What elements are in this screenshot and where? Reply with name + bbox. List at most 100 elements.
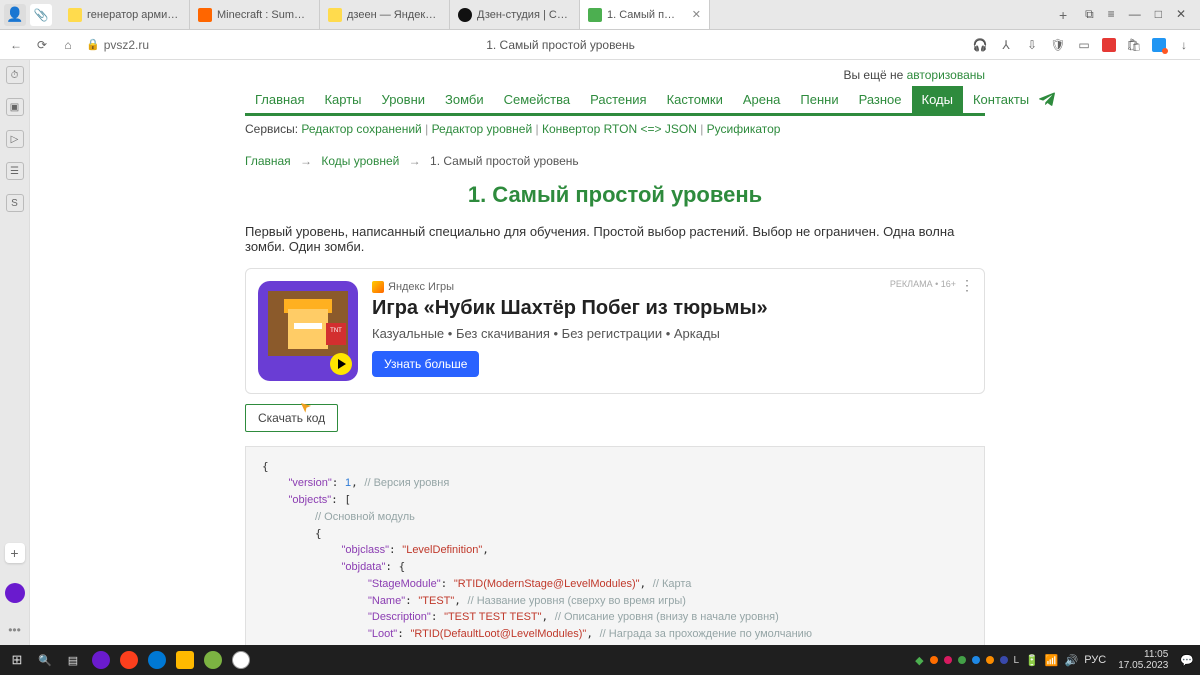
taskbar-clock[interactable]: 11:0517.05.2023 bbox=[1112, 649, 1174, 671]
ad-cta-button[interactable]: Узнать больше bbox=[372, 351, 479, 377]
nav-item[interactable]: Семейства bbox=[494, 86, 581, 113]
profile-avatar[interactable]: 👤 bbox=[4, 4, 26, 26]
taskbar-app[interactable] bbox=[90, 649, 112, 671]
service-link[interactable]: Конвертор RTON <=> JSON bbox=[542, 122, 697, 136]
nav-item[interactable]: Арена bbox=[733, 86, 791, 113]
tray-chevron-icon[interactable]: ◆ bbox=[915, 654, 923, 667]
taskbar-app[interactable] bbox=[146, 649, 168, 671]
sidebar-item[interactable]: ▷ bbox=[6, 130, 24, 148]
sidebar-more-icon[interactable]: ••• bbox=[8, 623, 21, 637]
close-tab-icon[interactable]: ✕ bbox=[692, 8, 701, 21]
nav-item[interactable]: Пенни bbox=[790, 86, 848, 113]
bookmark-icon[interactable]: ▭ bbox=[1076, 38, 1092, 52]
taskbar-app[interactable] bbox=[230, 649, 252, 671]
nav-item[interactable]: Уровни bbox=[372, 86, 435, 113]
reload-button[interactable]: ⟳ bbox=[34, 38, 50, 52]
browser-tab[interactable]: дзеен — Яндекс: нашлось bbox=[320, 0, 450, 29]
nav-item[interactable]: Растения bbox=[580, 86, 657, 113]
home-button[interactable]: ⌂ bbox=[60, 38, 76, 52]
lang-indicator[interactable]: РУС bbox=[1084, 654, 1106, 666]
page-title: 1. Самый простой уровень bbox=[245, 182, 985, 208]
tray-icon[interactable] bbox=[1000, 656, 1008, 664]
downloads-arrow-icon[interactable]: ↓ bbox=[1176, 38, 1192, 52]
tray-icon[interactable] bbox=[986, 656, 994, 664]
notifications-icon[interactable]: 💬 bbox=[1180, 654, 1194, 667]
task-view-button[interactable]: ▤ bbox=[62, 649, 84, 671]
window-controls: ⧉ ≡ — □ ✕ bbox=[1075, 7, 1196, 22]
cart-icon[interactable]: 🛍 bbox=[1126, 38, 1142, 52]
browser-tab[interactable]: генератор армий мобов в bbox=[60, 0, 190, 29]
breadcrumb-current: 1. Самый простой уровень bbox=[430, 154, 579, 168]
headphones-icon[interactable]: 🎧 bbox=[972, 38, 988, 52]
download-code-button[interactable]: Скачать код bbox=[245, 404, 338, 432]
nav-item[interactable]: Коды bbox=[912, 86, 963, 113]
breadcrumb-mid[interactable]: Коды уровней bbox=[321, 154, 399, 168]
tab-label: Minecraft : Summon Mob bbox=[217, 9, 311, 21]
browser-tab[interactable]: Дзен-студия | Создание с bbox=[450, 0, 580, 29]
window-maximize-icon[interactable]: □ bbox=[1155, 7, 1162, 22]
browser-tab[interactable]: 1. Самый простой уров✕ bbox=[580, 0, 710, 29]
play-icon bbox=[330, 353, 352, 375]
favicon bbox=[588, 8, 602, 22]
tray-icon[interactable] bbox=[930, 656, 938, 664]
nav-item[interactable]: Кастомки bbox=[657, 86, 733, 113]
window-minimize-icon[interactable]: — bbox=[1129, 7, 1141, 22]
services-label: Сервисы: bbox=[245, 122, 298, 136]
window-copy-icon[interactable]: ⧉ bbox=[1085, 7, 1094, 22]
ad-title: Игра «Нубик Шахтёр Побег из тюрьмы» bbox=[372, 297, 972, 320]
sound-icon[interactable]: 🔊 bbox=[1065, 654, 1079, 667]
alice-icon[interactable] bbox=[5, 583, 25, 603]
breadcrumb-home[interactable]: Главная bbox=[245, 154, 291, 168]
attachments-icon[interactable]: 📎 bbox=[30, 4, 52, 26]
telegram-icon[interactable] bbox=[1039, 86, 1055, 113]
system-tray: ◆ L 🔋 📶 🔊 РУС 11:0517.05.2023 💬 bbox=[915, 649, 1194, 671]
ext-red-icon[interactable] bbox=[1102, 38, 1116, 52]
translate-icon[interactable]: ⅄ bbox=[998, 38, 1014, 52]
download-icon[interactable]: ⇩ bbox=[1024, 38, 1040, 52]
new-tab-button[interactable]: + bbox=[1051, 7, 1075, 23]
browser-tab[interactable]: Minecraft : Summon Mob bbox=[190, 0, 320, 29]
nav-item[interactable]: Зомби bbox=[435, 86, 494, 113]
sidebar-item[interactable]: S bbox=[6, 194, 24, 212]
service-link[interactable]: Русификатор bbox=[707, 122, 781, 136]
service-link[interactable]: Редактор уровней bbox=[432, 122, 533, 136]
taskbar-app[interactable] bbox=[174, 649, 196, 671]
auth-link[interactable]: авторизованы bbox=[907, 68, 985, 82]
url-text: pvsz2.ru bbox=[104, 38, 149, 52]
wifi-icon[interactable]: 📶 bbox=[1045, 654, 1059, 667]
ad-menu-icon[interactable]: ⋮ bbox=[960, 277, 974, 294]
battery-icon[interactable]: 🔋 bbox=[1025, 654, 1039, 667]
tray-icon[interactable]: L bbox=[1014, 655, 1020, 666]
url-field[interactable]: 🔒 pvsz2.ru bbox=[86, 38, 149, 52]
nav-item[interactable]: Разное bbox=[849, 86, 912, 113]
nav-item[interactable]: Главная bbox=[245, 86, 314, 113]
back-button[interactable]: ← bbox=[8, 38, 24, 52]
service-link[interactable]: Редактор сохранений bbox=[301, 122, 421, 136]
tab-label: Дзен-студия | Создание с bbox=[477, 9, 571, 21]
sidebar-item[interactable]: ☰ bbox=[6, 162, 24, 180]
sidebar-item[interactable]: ▣ bbox=[6, 98, 24, 116]
ext-blue-icon[interactable] bbox=[1152, 38, 1166, 52]
code-block[interactable]: { "version": 1, // Версия уровня "object… bbox=[245, 446, 985, 645]
ad-card[interactable]: TNT Яндекс Игры Игра «Нубик Шахтёр Побег… bbox=[245, 268, 985, 394]
nav-item[interactable]: Контакты bbox=[963, 86, 1039, 113]
window-menu-icon[interactable]: ≡ bbox=[1108, 7, 1115, 22]
sidebar-add-button[interactable]: + bbox=[5, 543, 25, 563]
tray-icon[interactable] bbox=[972, 656, 980, 664]
ad-image: TNT bbox=[258, 281, 358, 381]
nav-item[interactable]: Карты bbox=[314, 86, 371, 113]
taskbar-app[interactable] bbox=[202, 649, 224, 671]
shield-icon[interactable]: 🛡 bbox=[1050, 38, 1066, 52]
lock-icon: 🔒 bbox=[86, 38, 100, 51]
sidebar-item[interactable]: ⏱ bbox=[6, 66, 24, 84]
start-button[interactable]: ⊞ bbox=[6, 649, 28, 671]
search-button[interactable]: 🔍 bbox=[34, 649, 56, 671]
tray-icon[interactable] bbox=[958, 656, 966, 664]
tab-label: дзеен — Яндекс: нашлось bbox=[347, 9, 441, 21]
tab-label: генератор армий мобов в bbox=[87, 9, 181, 21]
browser-sidebar: ⏱ ▣ ▷ ☰ S + ••• bbox=[0, 60, 30, 645]
window-close-icon[interactable]: ✕ bbox=[1176, 7, 1186, 22]
page-viewport[interactable]: Вы ещё не авторизованы ГлавнаяКартыУровн… bbox=[30, 60, 1200, 645]
tray-icon[interactable] bbox=[944, 656, 952, 664]
taskbar-app[interactable] bbox=[118, 649, 140, 671]
